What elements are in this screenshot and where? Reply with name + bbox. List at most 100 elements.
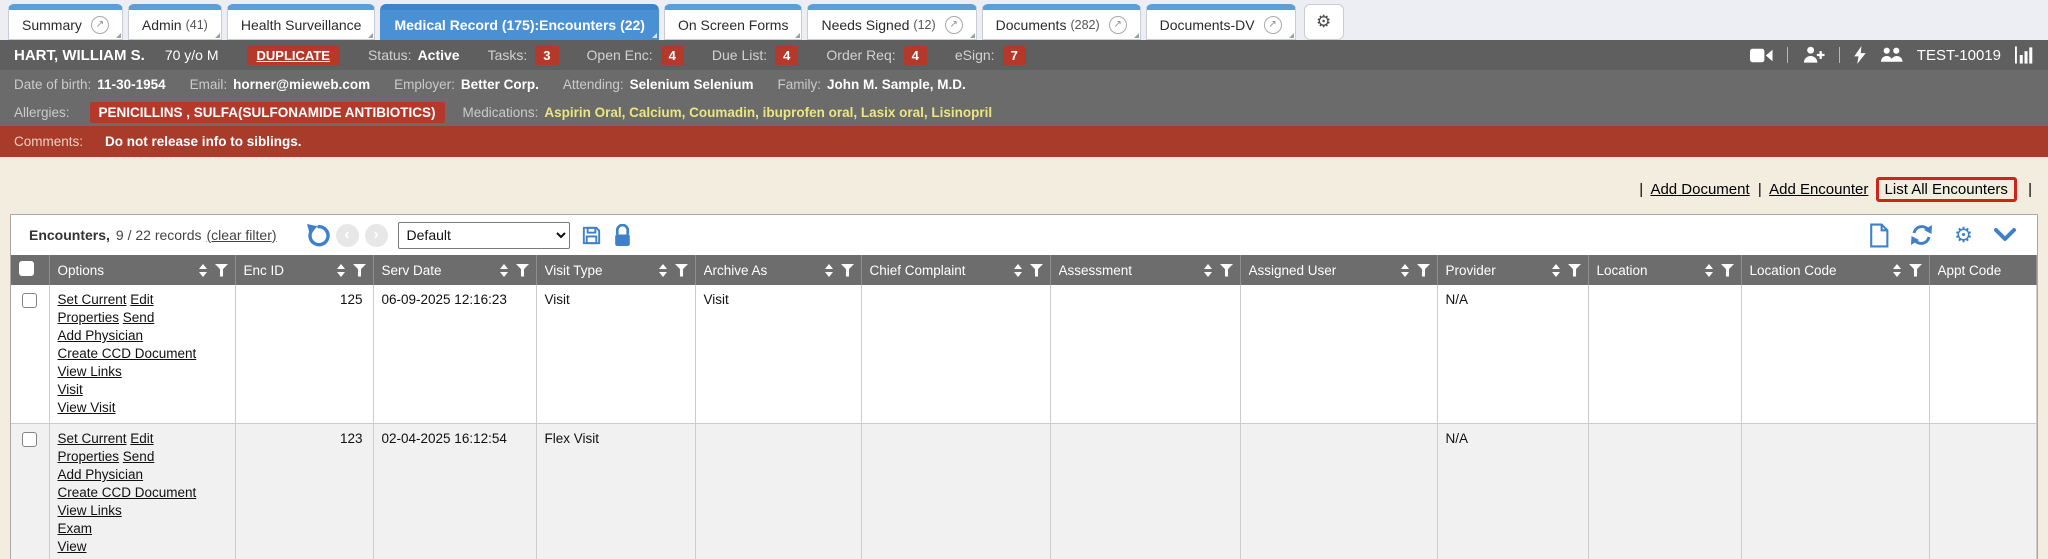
column-header-serv-date: Serv Date: [373, 255, 536, 285]
esign-count-badge[interactable]: 7: [1003, 46, 1026, 65]
tab-on-screen-forms[interactable]: On Screen Forms: [664, 4, 802, 40]
send-link[interactable]: Send: [123, 310, 155, 325]
sort-icon[interactable]: [825, 264, 833, 277]
list-all-encounters-link[interactable]: List All Encounters: [1885, 181, 2008, 198]
view-select[interactable]: Default: [398, 222, 570, 249]
undo-icon[interactable]: [305, 223, 330, 248]
patients-group-icon[interactable]: [1880, 47, 1903, 63]
sort-icon[interactable]: [1893, 264, 1901, 277]
lock-icon[interactable]: [613, 224, 632, 247]
properties-link[interactable]: Properties: [58, 449, 120, 464]
row-checkbox[interactable]: [22, 432, 37, 447]
visit-link[interactable]: Visit: [58, 382, 83, 397]
video-camera-icon[interactable]: [1750, 48, 1773, 63]
properties-link[interactable]: Properties: [58, 310, 120, 325]
assessment-cell: [1050, 285, 1240, 424]
filter-icon[interactable]: [1030, 264, 1044, 277]
order-req-count-badge[interactable]: 4: [904, 46, 927, 65]
tasks-count-badge[interactable]: 3: [535, 46, 558, 65]
sort-icon[interactable]: [659, 264, 667, 277]
chief-complaint-cell: [861, 424, 1050, 559]
filter-icon[interactable]: [1220, 264, 1234, 277]
view-visit-link[interactable]: View Visit: [58, 400, 116, 415]
sort-icon[interactable]: [1552, 264, 1560, 277]
refresh-icon[interactable]: [1909, 223, 1934, 247]
tab-corner-notch: [116, 33, 121, 38]
location-code-cell: [1741, 285, 1929, 424]
row-checkbox[interactable]: [22, 293, 37, 308]
app-root: Summary ↗ Admin (41) Health Surveillance…: [0, 0, 2048, 559]
due-list-count-badge[interactable]: 4: [775, 46, 798, 65]
set-current-link[interactable]: Set Current: [58, 431, 127, 446]
filter-icon[interactable]: [841, 264, 855, 277]
view-links-link[interactable]: View Links: [58, 364, 122, 379]
edit-link[interactable]: Edit: [130, 431, 153, 446]
prev-view-button[interactable]: ‹: [336, 224, 359, 247]
filter-icon[interactable]: [215, 264, 229, 277]
tab-admin[interactable]: Admin (41): [128, 4, 222, 40]
select-all-checkbox[interactable]: [19, 261, 34, 276]
column-header-provider: Provider: [1437, 255, 1588, 285]
set-current-link[interactable]: Set Current: [58, 292, 127, 307]
open-enc-count-badge[interactable]: 4: [661, 46, 684, 65]
tab-medical-record-label: Medical Record (175):Encounters (22): [394, 17, 645, 33]
clear-filter-link[interactable]: (clear filter): [207, 227, 277, 243]
view-links-link[interactable]: View Links: [58, 503, 122, 518]
tab-summary[interactable]: Summary ↗: [8, 4, 123, 40]
sort-icon[interactable]: [1204, 264, 1212, 277]
location-cell: [1588, 285, 1741, 424]
edit-link[interactable]: Edit: [130, 292, 153, 307]
save-view-icon[interactable]: [580, 224, 603, 247]
popout-icon[interactable]: ↗: [1264, 16, 1282, 34]
sort-icon[interactable]: [500, 264, 508, 277]
demographics-bar: Date of birth:11-30-1954 Email:horner@mi…: [0, 70, 2048, 98]
popout-icon[interactable]: ↗: [1109, 16, 1127, 34]
tab-medical-record-encounters[interactable]: Medical Record (175):Encounters (22): [380, 4, 659, 40]
add-person-icon[interactable]: [1802, 46, 1825, 64]
sort-icon[interactable]: [1014, 264, 1022, 277]
column-header-appt-code: Appt Code: [1929, 255, 2037, 285]
send-link[interactable]: Send: [123, 449, 155, 464]
popout-icon[interactable]: ↗: [91, 16, 109, 34]
tab-health-surveillance[interactable]: Health Surveillance: [227, 4, 376, 40]
sort-icon[interactable]: [199, 264, 207, 277]
collapse-chevron-icon[interactable]: [1993, 228, 2017, 242]
create-ccd-document-link[interactable]: Create CCD Document: [58, 346, 197, 361]
filter-icon[interactable]: [353, 264, 367, 277]
records-count: 9 / 22 records: [116, 227, 202, 243]
lightning-bolt-icon[interactable]: [1854, 46, 1866, 64]
grid-settings-gear-icon[interactable]: ⚙: [1954, 225, 1973, 246]
allergies-badge[interactable]: PENICILLINS , SULFA(SULFONAMIDE ANTIBIOT…: [90, 102, 445, 123]
visit-type-cell: Visit: [536, 285, 695, 424]
sort-icon[interactable]: [1401, 264, 1409, 277]
filter-icon[interactable]: [1721, 264, 1735, 277]
filter-icon[interactable]: [516, 264, 530, 277]
tab-settings-gear-button[interactable]: ⚙: [1304, 4, 1344, 40]
tab-health-surveillance-label: Health Surveillance: [241, 17, 362, 33]
sort-icon[interactable]: [1705, 264, 1713, 277]
encounter-row-125: Set Current Edit Properties Send Add Phy…: [11, 285, 2037, 424]
encounter-row-123: Set Current Edit Properties Send Add Phy…: [11, 424, 2037, 559]
tab-needs-signed[interactable]: Needs Signed (12) ↗: [807, 4, 976, 40]
add-document-link[interactable]: Add Document: [1650, 181, 1749, 198]
column-header-enc-id: Enc ID: [235, 255, 373, 285]
next-view-button[interactable]: ›: [365, 224, 388, 247]
view-link[interactable]: View: [58, 539, 87, 554]
chart-stats-icon[interactable]: [2015, 46, 2034, 64]
filter-icon[interactable]: [675, 264, 689, 277]
create-ccd-document-link[interactable]: Create CCD Document: [58, 485, 197, 500]
medications-value[interactable]: Aspirin Oral, Calcium, Coumadin, ibuprof…: [544, 105, 992, 120]
tab-documents[interactable]: Documents (282) ↗: [982, 4, 1141, 40]
add-encounter-link[interactable]: Add Encounter: [1769, 181, 1868, 198]
duplicate-badge[interactable]: DUPLICATE: [247, 46, 340, 65]
sort-icon[interactable]: [337, 264, 345, 277]
exam-link[interactable]: Exam: [58, 521, 93, 536]
filter-icon[interactable]: [1568, 264, 1582, 277]
add-physician-link[interactable]: Add Physician: [58, 467, 144, 482]
add-physician-link[interactable]: Add Physician: [58, 328, 144, 343]
tab-documents-dv[interactable]: Documents-DV ↗: [1146, 4, 1296, 40]
filter-icon[interactable]: [1909, 264, 1923, 277]
new-document-icon[interactable]: [1868, 223, 1889, 248]
filter-icon[interactable]: [1417, 264, 1431, 277]
popout-icon[interactable]: ↗: [945, 16, 963, 34]
